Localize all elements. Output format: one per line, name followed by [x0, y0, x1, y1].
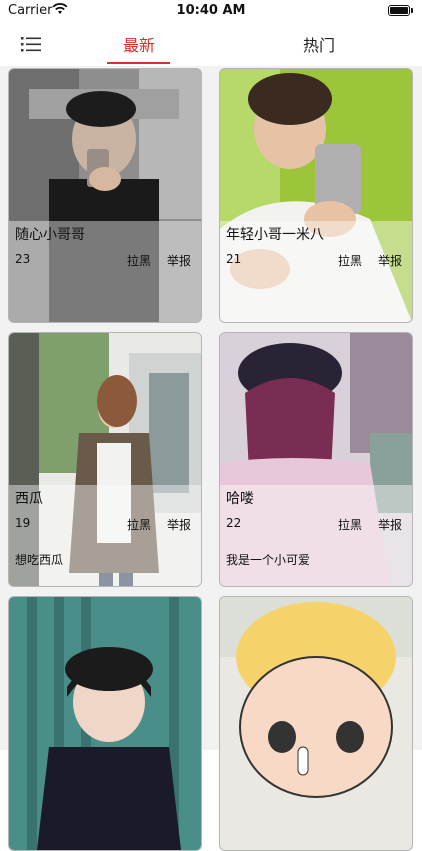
profile-photo — [9, 597, 201, 850]
profile-bio: 想吃西瓜 — [15, 553, 64, 567]
report-button[interactable]: 举报 — [378, 516, 402, 533]
tab-latest[interactable]: 最新 — [108, 32, 170, 56]
profile-age: 23 — [15, 252, 31, 266]
profile-age: 22 — [226, 516, 242, 530]
profile-grid: 随心小哥哥 23 拉黑 举报 年轻小哥一米八 21 拉黑 举报 西瓜 19 拉黑… — [0, 66, 422, 851]
block-button[interactable]: 拉黑 — [127, 252, 151, 269]
profile-photo — [220, 597, 412, 850]
profile-card[interactable]: 年轻小哥一米八 21 拉黑 举报 — [219, 68, 413, 323]
report-button[interactable]: 举报 — [167, 252, 191, 269]
profile-card[interactable] — [8, 596, 202, 851]
profile-name: 哈喽 — [226, 491, 254, 507]
profile-name: 西瓜 — [15, 491, 43, 507]
profile-bio: 我是一个小可爱 — [226, 553, 311, 567]
block-button[interactable]: 拉黑 — [127, 516, 151, 533]
status-bar: Carrier 10:40 AM — [0, 0, 422, 22]
profile-card[interactable]: 哈喽 22 拉黑 举报 我是一个小可爱 — [219, 332, 413, 587]
profile-age: 19 — [15, 516, 31, 530]
block-button[interactable]: 拉黑 — [338, 516, 362, 533]
nav-bar: 最新 热门 — [0, 22, 422, 67]
menu-list-icon[interactable] — [21, 35, 43, 53]
report-button[interactable]: 举报 — [378, 252, 402, 269]
profile-name: 随心小哥哥 — [15, 227, 85, 243]
active-tab-indicator — [107, 62, 170, 64]
battery-icon — [388, 5, 413, 16]
report-button[interactable]: 举报 — [167, 516, 191, 533]
block-button[interactable]: 拉黑 — [338, 252, 362, 269]
profile-age: 21 — [226, 252, 242, 266]
clock: 10:40 AM — [176, 3, 246, 18]
tab-hot[interactable]: 热门 — [288, 32, 350, 56]
profile-name: 年轻小哥一米八 — [226, 227, 324, 243]
profile-card[interactable]: 西瓜 19 拉黑 举报 想吃西瓜 — [8, 332, 202, 587]
profile-card[interactable]: 随心小哥哥 23 拉黑 举报 — [8, 68, 202, 323]
profile-card[interactable] — [219, 596, 413, 851]
